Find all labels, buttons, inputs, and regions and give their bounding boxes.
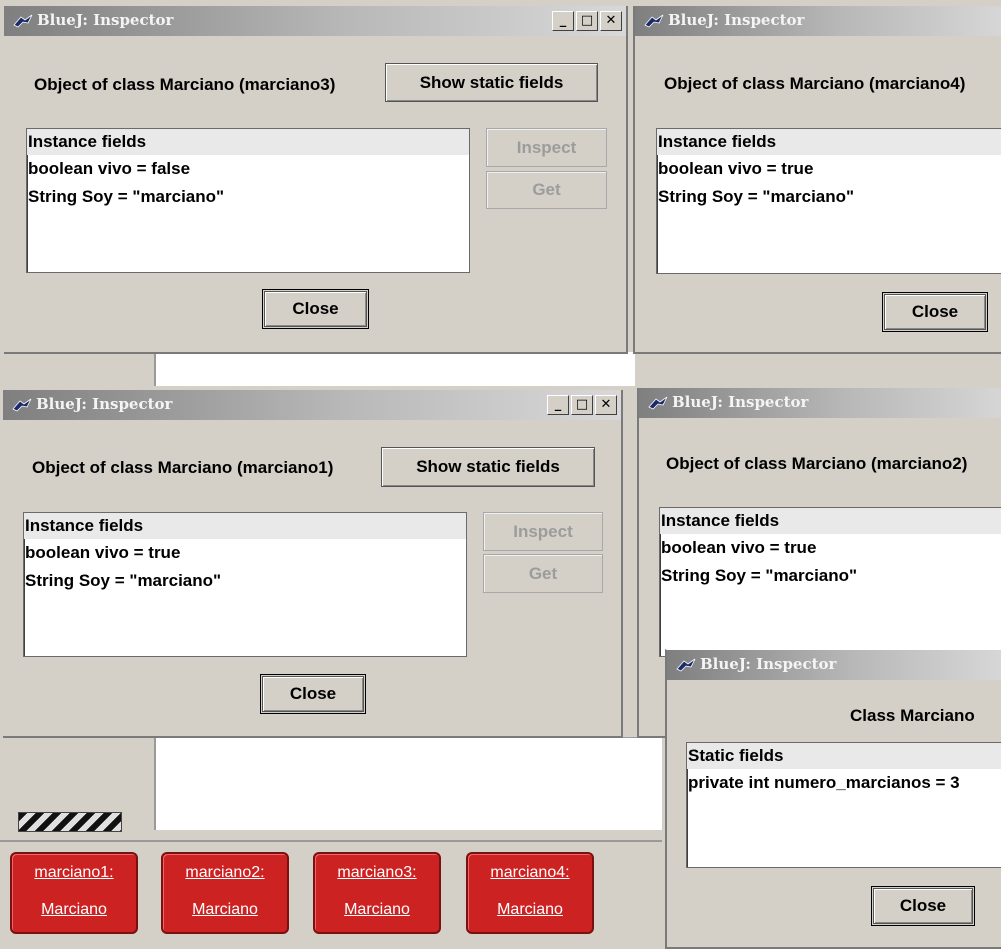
title-bar[interactable]: BlueJ: Inspector	[667, 650, 1001, 680]
machine-activity-indicator	[18, 812, 122, 832]
bluej-bird-icon	[644, 14, 664, 28]
object-heading: Object of class Marciano (marciano4)	[664, 74, 966, 93]
close-button[interactable]: Close	[871, 886, 975, 926]
class-heading: Class Marciano	[850, 706, 975, 725]
bench-separator	[0, 840, 662, 842]
canvas-divider-lower	[154, 737, 156, 830]
inspector-window-marciano4: BlueJ: Inspector Object of class Marcian…	[633, 6, 1001, 354]
field-row[interactable]: boolean vivo = true	[657, 155, 1001, 183]
object-class: Marciano	[344, 901, 410, 918]
object-bench-marciano2[interactable]: marciano2: Marciano	[161, 852, 289, 934]
window-title: BlueJ: Inspector	[37, 11, 174, 29]
window-controls: _ □ ✕	[547, 395, 617, 417]
window-title: BlueJ: Inspector	[672, 393, 809, 411]
close-button[interactable]: Close	[882, 292, 988, 332]
object-name: marciano3:	[337, 864, 417, 881]
window-title: BlueJ: Inspector	[700, 655, 837, 673]
class-inspector-window: BlueJ: Inspector Class Marciano Static f…	[665, 649, 1001, 949]
object-name: marciano1:	[34, 864, 114, 881]
get-button[interactable]: Get	[486, 171, 607, 209]
bluej-bird-icon	[12, 398, 32, 412]
maximize-icon[interactable]: □	[576, 11, 598, 31]
window-title: BlueJ: Inspector	[36, 395, 173, 413]
inspector-window-marciano3: BlueJ: Inspector _ □ ✕ Object of class M…	[4, 6, 628, 354]
instance-fields-list[interactable]: Instance fields boolean vivo = true Stri…	[656, 128, 1001, 274]
project-canvas	[155, 352, 635, 386]
field-row[interactable]: boolean vivo = false	[27, 155, 469, 183]
minimize-icon[interactable]: _	[547, 395, 569, 415]
fields-header: Instance fields	[27, 129, 469, 155]
object-heading: Object of class Marciano (marciano3)	[34, 75, 336, 94]
canvas-divider	[154, 352, 156, 386]
static-fields-list[interactable]: Static fields private int numero_marcian…	[686, 742, 1001, 868]
object-bench-marciano1[interactable]: marciano1: Marciano	[10, 852, 138, 934]
minimize-icon[interactable]: _	[552, 11, 574, 31]
inspector-window-marciano1: BlueJ: Inspector _ □ ✕ Object of class M…	[3, 390, 623, 738]
close-button[interactable]: Close	[262, 289, 369, 329]
object-heading: Object of class Marciano (marciano1)	[32, 458, 334, 477]
bluej-bird-icon	[648, 396, 668, 410]
get-button[interactable]: Get	[483, 554, 603, 593]
fields-header: Static fields	[687, 743, 1001, 769]
fields-header: Instance fields	[657, 129, 1001, 155]
object-bench-marciano3[interactable]: marciano3: Marciano	[313, 852, 441, 934]
object-name: marciano2:	[185, 864, 265, 881]
inspect-button[interactable]: Inspect	[486, 128, 607, 167]
project-canvas-lower	[156, 737, 662, 830]
title-bar[interactable]: BlueJ: Inspector _ □ ✕	[4, 6, 626, 36]
object-bench-marciano4[interactable]: marciano4: Marciano	[466, 852, 594, 934]
maximize-icon[interactable]: □	[571, 395, 593, 415]
show-static-fields-button[interactable]: Show static fields	[381, 447, 595, 487]
instance-fields-list[interactable]: Instance fields boolean vivo = true Stri…	[659, 507, 1001, 657]
object-class: Marciano	[192, 901, 258, 918]
object-class: Marciano	[41, 901, 107, 918]
title-bar[interactable]: BlueJ: Inspector	[635, 6, 1001, 36]
close-icon[interactable]: ✕	[600, 11, 622, 31]
field-row[interactable]: boolean vivo = true	[660, 534, 1001, 562]
field-row[interactable]: String Soy = "marciano"	[27, 183, 469, 211]
instance-fields-list[interactable]: Instance fields boolean vivo = true Stri…	[23, 512, 467, 657]
fields-header: Instance fields	[24, 513, 466, 539]
object-name: marciano4:	[490, 864, 570, 881]
object-heading: Object of class Marciano (marciano2)	[666, 454, 968, 473]
window-controls: _ □ ✕	[552, 11, 622, 33]
field-row[interactable]: boolean vivo = true	[24, 539, 466, 567]
field-row[interactable]: private int numero_marcianos = 3	[687, 769, 1001, 797]
bluej-bird-icon	[676, 658, 696, 672]
field-row[interactable]: String Soy = "marciano"	[660, 562, 1001, 590]
close-button[interactable]: Close	[260, 674, 366, 714]
instance-fields-list[interactable]: Instance fields boolean vivo = false Str…	[26, 128, 470, 273]
close-icon[interactable]: ✕	[595, 395, 617, 415]
field-row[interactable]: String Soy = "marciano"	[657, 183, 1001, 211]
bluej-bird-icon	[13, 14, 33, 28]
show-static-fields-button[interactable]: Show static fields	[385, 63, 598, 102]
object-class: Marciano	[497, 901, 563, 918]
fields-header: Instance fields	[660, 508, 1001, 534]
inspect-button[interactable]: Inspect	[483, 512, 603, 551]
title-bar[interactable]: BlueJ: Inspector _ □ ✕	[3, 390, 621, 420]
title-bar[interactable]: BlueJ: Inspector	[639, 388, 1001, 418]
field-row[interactable]: String Soy = "marciano"	[24, 567, 466, 595]
window-title: BlueJ: Inspector	[668, 11, 805, 29]
